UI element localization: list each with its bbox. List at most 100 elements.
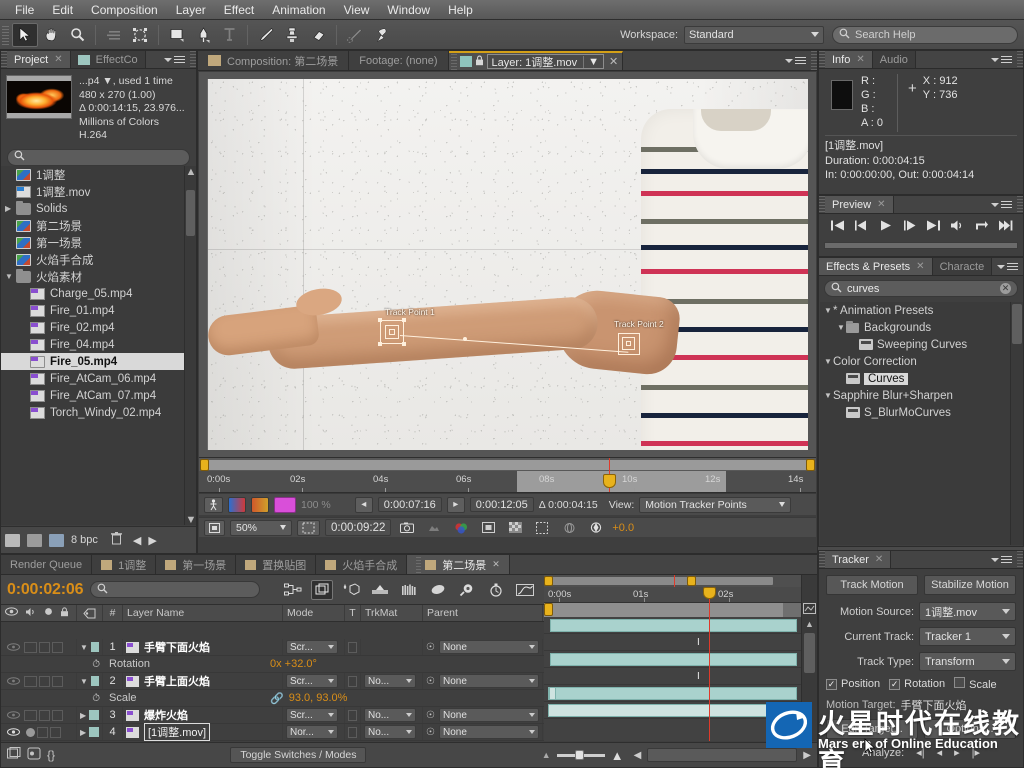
property-value-cell[interactable]: 🔗 93.0, 93.0% [267,690,544,706]
effects-list-item[interactable]: ▼ Color Correction [820,353,1010,370]
timeline-current-time[interactable]: 0:00:02:06 [7,581,83,599]
preview-tab-grip-right[interactable] [1017,196,1023,213]
layer-trkmat-cell[interactable]: No... [361,673,423,689]
tab-info[interactable]: Info ✕ [825,51,873,68]
layer-bar-in-handle[interactable] [549,687,556,700]
lock-toggle-icon[interactable] [52,641,63,653]
analyze-backward-1-icon[interactable]: ◂| [916,746,924,759]
exposure-icon[interactable] [585,518,607,538]
layer-t-cell[interactable] [345,707,361,723]
stopwatch-icon[interactable]: ⏱ [92,659,100,670]
first-vertex-icon[interactable] [204,496,223,513]
timeline-time-navigator[interactable] [544,575,801,587]
preserve-transparency-icon[interactable] [348,726,357,738]
twirl-arrow-icon[interactable]: ▼ [80,643,88,652]
type-tool[interactable] [216,23,242,47]
layer-duration-bar[interactable] [548,687,797,700]
track-matte-dropdown[interactable]: No... [364,708,416,722]
menu-effect[interactable]: Effect [215,0,263,20]
new-folder-icon[interactable] [27,533,42,547]
viewer-out-point[interactable]: 0:00:12:05 [469,497,534,512]
enable-motion-blur-icon[interactable] [398,580,420,600]
track-motion-button[interactable]: Track Motion [826,575,918,595]
time-navigator-track[interactable] [207,460,808,470]
layer-tab-grip[interactable] [450,53,457,70]
menu-edit[interactable]: Edit [43,0,82,20]
tab-character[interactable]: Characte [932,258,993,275]
menu-window[interactable]: Window [378,0,439,20]
solo-toggle-icon[interactable] [39,675,50,687]
effects-list-item[interactable]: ▼ * Animation Presets [820,302,1010,319]
layer-footage-image[interactable]: Track Point 1 Track Point 2 [207,79,808,450]
graph-editor-icon[interactable] [514,580,536,600]
viewer-zoom-dropdown[interactable]: 50% [230,519,292,536]
layer-t-cell[interactable] [345,639,361,655]
layer-t-cell[interactable] [345,673,361,689]
transparency-grid-icon[interactable] [504,518,526,538]
zoom-out-icon[interactable]: ▲ [542,750,551,760]
blending-mode-dropdown[interactable]: Scr... [286,640,338,654]
connector-midpoint[interactable] [463,337,467,341]
navigator-start-handle[interactable] [200,459,209,471]
lock-toggle-icon[interactable] [50,726,61,738]
layer-name-label[interactable]: 手臂下面火焰 [144,639,210,655]
effects-search-input[interactable]: curves ✕ [824,280,1018,297]
pickwhip-icon[interactable]: ☉ [426,642,435,653]
timeline-tab[interactable]: 第一场景 [156,555,237,574]
project-item-list[interactable]: 1调整 1调整.mov ▶ Solids 第二场景 第一场景 火焰手合成 ▼ 火焰素材 Charg… [1,166,184,525]
lock-toggle-icon[interactable] [52,675,63,687]
property-stopwatch-cell[interactable]: ⏱ [1,656,103,672]
layer-parent-cell[interactable]: ☉ None [423,673,543,689]
close-icon[interactable]: ✕ [916,261,924,272]
project-list-item[interactable]: ▶ Solids [1,200,184,217]
keyframe-marker-icon[interactable]: I [697,637,700,648]
layer-property-row[interactable]: ⏱ Scale 🔗 93.0, 93.0% [1,690,544,707]
label-color-swatch[interactable] [90,676,99,686]
timeline-zoom-slider[interactable] [556,750,605,760]
twirl-arrow-icon[interactable]: ▼ [823,391,833,400]
pen-tool[interactable] [190,23,216,47]
layer-switches-icon[interactable] [27,747,41,763]
menu-composition[interactable]: Composition [82,0,167,20]
auto-keyframe-icon[interactable] [456,580,478,600]
parent-dropdown[interactable]: None [438,640,539,654]
timeline-cti-head[interactable] [703,587,716,599]
first-frame-icon[interactable] [830,219,845,235]
timeline-work-area-bar[interactable] [544,602,801,617]
viewer-cti-head[interactable] [603,474,616,488]
preview-progress-bar[interactable] [824,242,1018,249]
ram-preview-icon[interactable] [998,219,1013,235]
chevron-down-icon[interactable]: ▼ [102,75,112,87]
puppet-pin-tool[interactable] [368,23,394,47]
viewer-exposure-value[interactable]: +0.0 [612,522,634,534]
twirl-arrow-icon[interactable]: ▼ [836,323,846,332]
project-list-item[interactable]: Fire_AtCam_07.mp4 [1,387,184,404]
layer-label-cell[interactable]: ▶ [77,724,103,740]
guides-icon[interactable] [531,518,553,538]
resolution-icon[interactable] [297,519,320,536]
3d-view-icon[interactable] [558,518,580,538]
next-frame-icon[interactable] [902,219,917,235]
viewer-canvas[interactable]: Track Point 1 Track Point 2 [199,72,816,457]
link-icon[interactable]: 🔗 [270,692,284,705]
timeline-ruler[interactable]: 0:00s 01s 02s [544,587,801,602]
layer-name-cell[interactable]: 手臂上面火焰 [123,673,283,689]
scroll-up-arrow-icon[interactable]: ▲ [802,619,817,631]
video-toggle-icon[interactable] [4,711,22,719]
position-checkbox[interactable]: ✓ Position [826,678,880,690]
hide-shy-layers-icon[interactable] [340,580,362,600]
project-list-item[interactable]: Charge_05.mp4 [1,285,184,302]
draft-3d-icon[interactable] [311,579,334,600]
parent-dropdown[interactable]: None [438,725,539,739]
effects-list-item[interactable]: Sweeping Curves [820,336,1010,353]
zoom-tool[interactable] [64,23,90,47]
viewer-tab-grip-right[interactable] [811,51,817,70]
tp1-handle-tr[interactable] [402,318,406,322]
blending-mode-dropdown[interactable]: Nor... [286,725,338,739]
info-tab-grip-right[interactable] [1017,51,1023,68]
viewer-opacity-value[interactable]: 100 % [301,499,331,511]
clear-search-icon[interactable]: ✕ [1000,283,1011,294]
workspace-dropdown[interactable]: Standard [684,25,824,44]
shape-tool[interactable] [164,23,190,47]
project-list-item[interactable]: Fire_AtCam_06.mp4 [1,370,184,387]
